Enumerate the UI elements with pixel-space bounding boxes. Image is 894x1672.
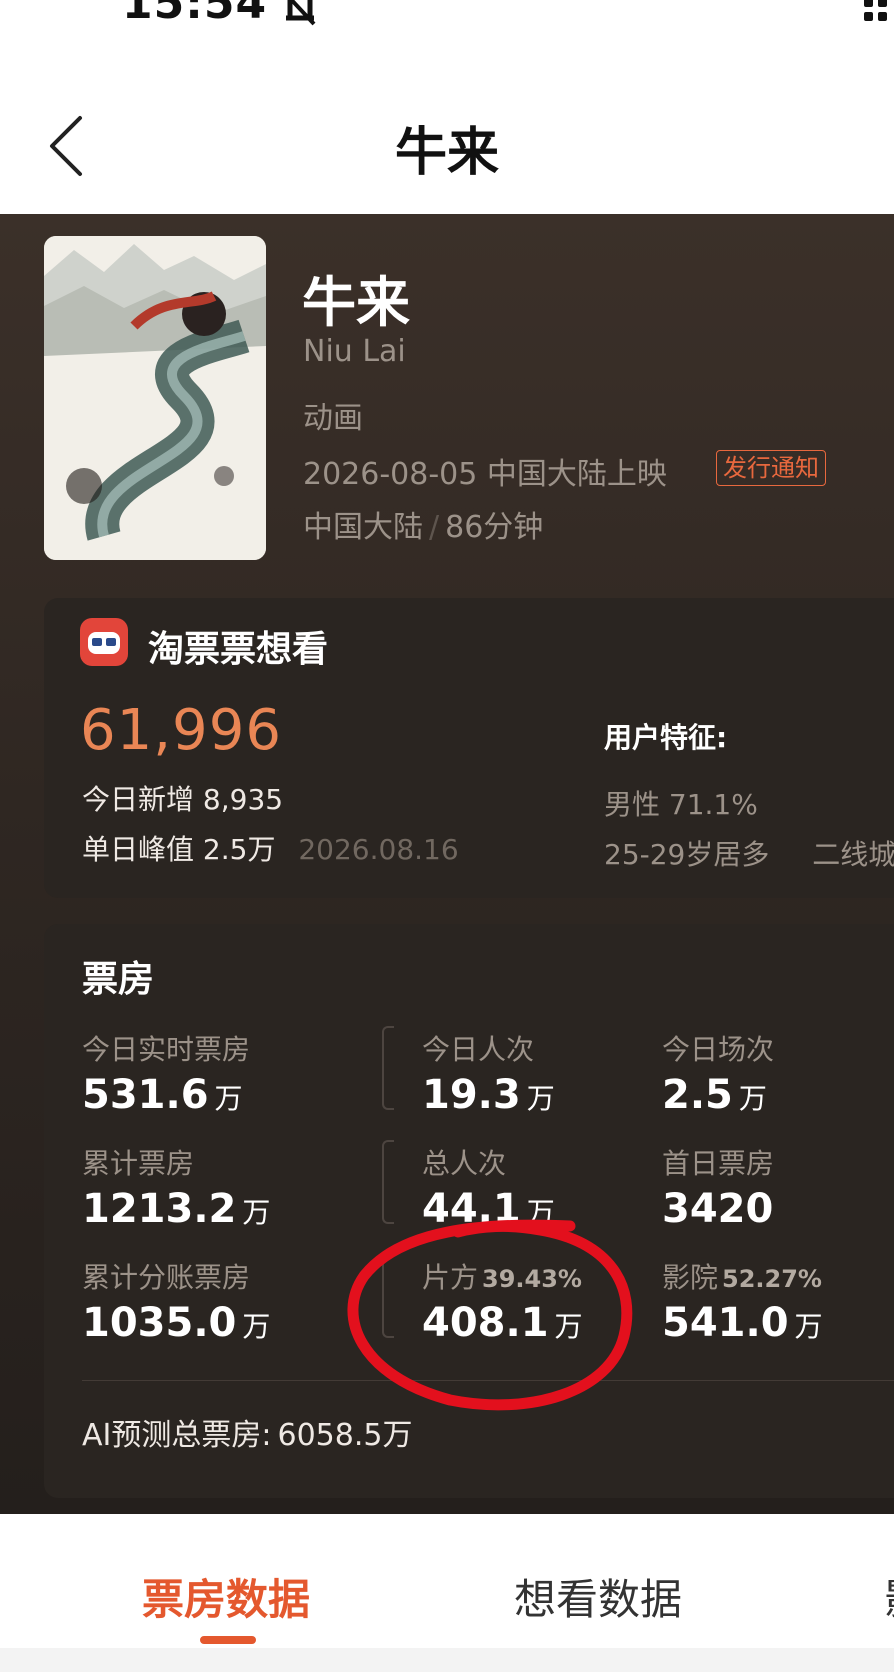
want-count: 61,996 <box>80 698 282 763</box>
today-realtime-value: 531.6 万 <box>82 1072 243 1118</box>
producer-share-label: 片方 39.43% <box>422 1261 582 1294</box>
tab-want-data[interactable]: 想看数据 <box>514 1566 682 1627</box>
poster-artwork <box>44 236 266 560</box>
bracket-divider <box>382 1026 394 1110</box>
ai-forecast-value: 6058.5万 <box>277 1418 413 1453</box>
tab-box-office-data[interactable]: 票房数据 <box>142 1566 310 1627</box>
origin-duration: 中国大陆/86分钟 <box>303 502 543 546</box>
movie-duration: 86分钟 <box>445 510 544 545</box>
today-realtime-label: 今日实时票房 <box>82 1033 251 1066</box>
want-peak: 单日峰值 2.5万 2026.08.16 <box>82 828 459 868</box>
want-today-added: 今日新增 8,935 <box>82 778 283 818</box>
bell-muted-icon <box>286 0 316 26</box>
user-age-city: 25-29岁居多 二线城 <box>604 833 894 873</box>
status-bar: 15:54 <box>0 0 894 40</box>
want-today-label: 今日新增 <box>82 783 195 816</box>
grid-dots-icon <box>864 0 887 21</box>
total-audience-value: 44.1 万 <box>422 1186 555 1232</box>
taopiaopiao-logo-icon <box>80 618 128 666</box>
today-audience-label: 今日人次 <box>422 1033 535 1066</box>
want-peak-date: 2026.08.16 <box>298 833 459 866</box>
cinema-share-label: 影院 52.27% <box>662 1261 822 1294</box>
want-peak-label: 单日峰值 <box>82 833 195 866</box>
movie-genre: 动画 <box>303 401 363 436</box>
today-shows-value: 2.5 万 <box>662 1072 767 1118</box>
split-total-value: 1035.0 万 <box>82 1300 271 1346</box>
today-audience-value: 19.3 万 <box>422 1072 555 1118</box>
producer-share-value: 408.1 万 <box>422 1300 583 1346</box>
ai-forecast-label: AI预测总票房: <box>82 1418 272 1453</box>
divider <box>82 1380 894 1381</box>
box-office-title: 票房 <box>82 959 155 1000</box>
total-box-value: 1213.2 万 <box>82 1186 271 1232</box>
active-tab-indicator <box>200 1636 256 1644</box>
total-audience-label: 总人次 <box>422 1147 507 1180</box>
first-day-value: 3420 <box>662 1186 774 1232</box>
user-gender: 男性 71.1% <box>604 788 758 821</box>
today-shows-label: 今日场次 <box>662 1033 775 1066</box>
want-today-value: 8,935 <box>202 783 284 816</box>
split-total-label: 累计分账票房 <box>82 1261 251 1294</box>
user-city: 二线城 <box>812 838 894 871</box>
movie-english-title: Niu Lai <box>303 334 406 369</box>
total-box-label: 累计票房 <box>82 1147 195 1180</box>
ai-forecast: AI预测总票房: 6058.5万 <box>82 1410 412 1454</box>
status-time: 15:54 <box>122 0 268 29</box>
movie-poster[interactable] <box>44 236 266 560</box>
tab-third-partial[interactable]: 影 <box>884 1566 894 1627</box>
cinema-share-value: 541.0 万 <box>662 1300 823 1346</box>
want-peak-value: 2.5万 <box>202 833 276 866</box>
want-card-title: 淘票票想看 <box>148 629 329 670</box>
page-title: 牛来 <box>394 123 499 183</box>
movie-country: 中国大陆 <box>303 510 423 545</box>
bottom-strip <box>0 1648 894 1672</box>
movie-title: 牛来 <box>302 271 410 334</box>
user-features-title: 用户特征: <box>604 721 728 754</box>
want-to-see-card[interactable]: 淘票票想看 61,996 今日新增 8,935 单日峰值 2.5万 2026.0… <box>44 598 894 898</box>
release-date: 2026-08-05 中国大陆上映 <box>303 457 667 492</box>
release-notice-badge[interactable]: 发行通知 <box>716 450 826 486</box>
first-day-label: 首日票房 <box>662 1147 775 1180</box>
bracket-divider <box>382 1254 394 1338</box>
bracket-divider <box>382 1140 394 1224</box>
separator: / <box>429 510 440 545</box>
box-office-card[interactable]: 票房 今日实时票房 531.6 万 今日人次 19.3 万 今日场次 2.5 万 累计… <box>44 924 894 1498</box>
user-age: 25-29岁居多 <box>604 838 770 871</box>
